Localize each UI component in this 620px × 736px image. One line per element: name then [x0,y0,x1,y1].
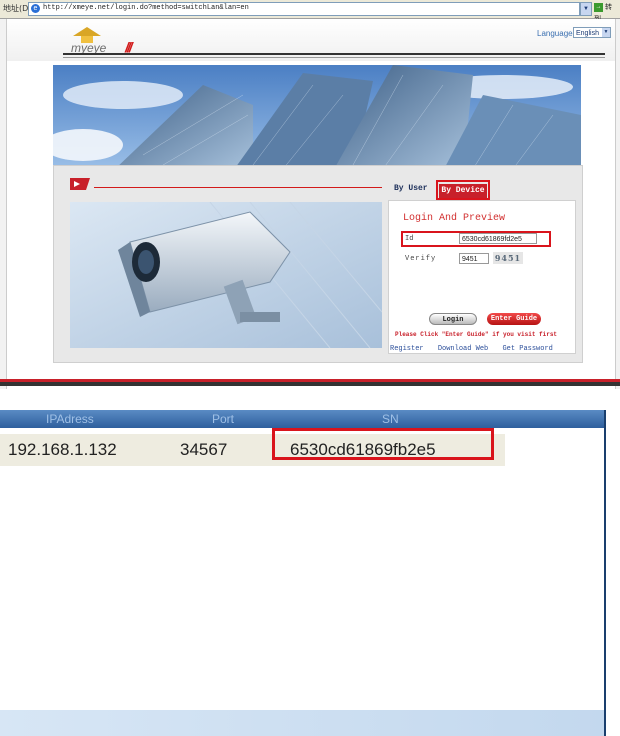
highlight-box [436,180,490,200]
window-border [604,410,606,736]
url-input[interactable]: e http://xmeye.net/login.do?method=switc… [28,2,580,16]
login-area: By User By Device Login And Preview Id 6… [53,165,583,363]
camera-image [70,202,382,348]
device-list-header: IPAdress Port SN [0,410,604,428]
device-list-window: IPAdress Port SN 192.168.1.132 34567 653… [0,410,620,736]
sn-highlight-box [272,428,494,460]
login-form: Login And Preview Id 6530cd61869fd2e5 Ve… [388,200,576,354]
logo-roof-icon [73,27,101,36]
verify-input[interactable]: 9451 [459,253,489,264]
site-header: myeye /// Language: English ▼ [7,19,615,61]
column-sn[interactable]: SN [382,412,399,426]
get-password-link[interactable]: Get Password [502,345,552,353]
security-camera-icon [70,202,382,348]
column-ip[interactable]: IPAdress [46,412,94,426]
ie-page-icon: e [31,4,40,13]
chevron-down-icon: ▼ [602,28,610,37]
login-button[interactable]: Login [429,313,477,325]
go-arrow-icon: → [594,2,603,12]
verify-label: Verify [405,255,437,263]
footer-dark-line [0,382,620,386]
header-divider [63,53,605,55]
id-input[interactable]: 6530cd61869fd2e5 [459,233,537,244]
bottom-links: Register Download Web Get Password [390,345,563,353]
register-link[interactable]: Register [390,345,424,353]
port-cell: 34567 [180,440,228,459]
enter-guide-button[interactable]: Enter Guide [487,313,541,325]
website-page: myeye /// Language: English ▼ By User By… [0,19,620,389]
language-select[interactable]: English ▼ [573,27,611,38]
device-list-footer [0,710,604,736]
language-value: English [576,30,599,37]
url-dropdown-icon[interactable]: ▼ [580,2,592,16]
url-text: http://xmeye.net/login.do?method=switchL… [43,4,249,12]
skyscraper-image [53,65,581,171]
red-arrow-icon [70,178,90,190]
login-panel: By User By Device Login And Preview Id 6… [388,180,576,354]
browser-address-bar: 地址(D) e http://xmeye.net/login.do?method… [0,0,620,23]
ip-cell: 192.168.1.132 [8,440,117,459]
first-visit-notice: Please Click "Enter Guide" if you visit … [395,331,558,338]
column-port[interactable]: Port [212,412,234,426]
id-label: Id [405,235,414,243]
section-divider [94,187,382,188]
go-button[interactable]: → 转到 [594,2,618,23]
captcha-image[interactable]: 9451 [493,252,523,264]
language-label: Language: [537,29,575,38]
tab-by-user[interactable]: By User [394,184,428,193]
download-web-link[interactable]: Download Web [438,345,488,353]
site-frame: myeye /// Language: English ▼ By User By… [6,19,616,389]
skyscraper-banner [53,65,581,171]
header-divider-thin [63,57,605,58]
login-title: Login And Preview [403,213,506,224]
